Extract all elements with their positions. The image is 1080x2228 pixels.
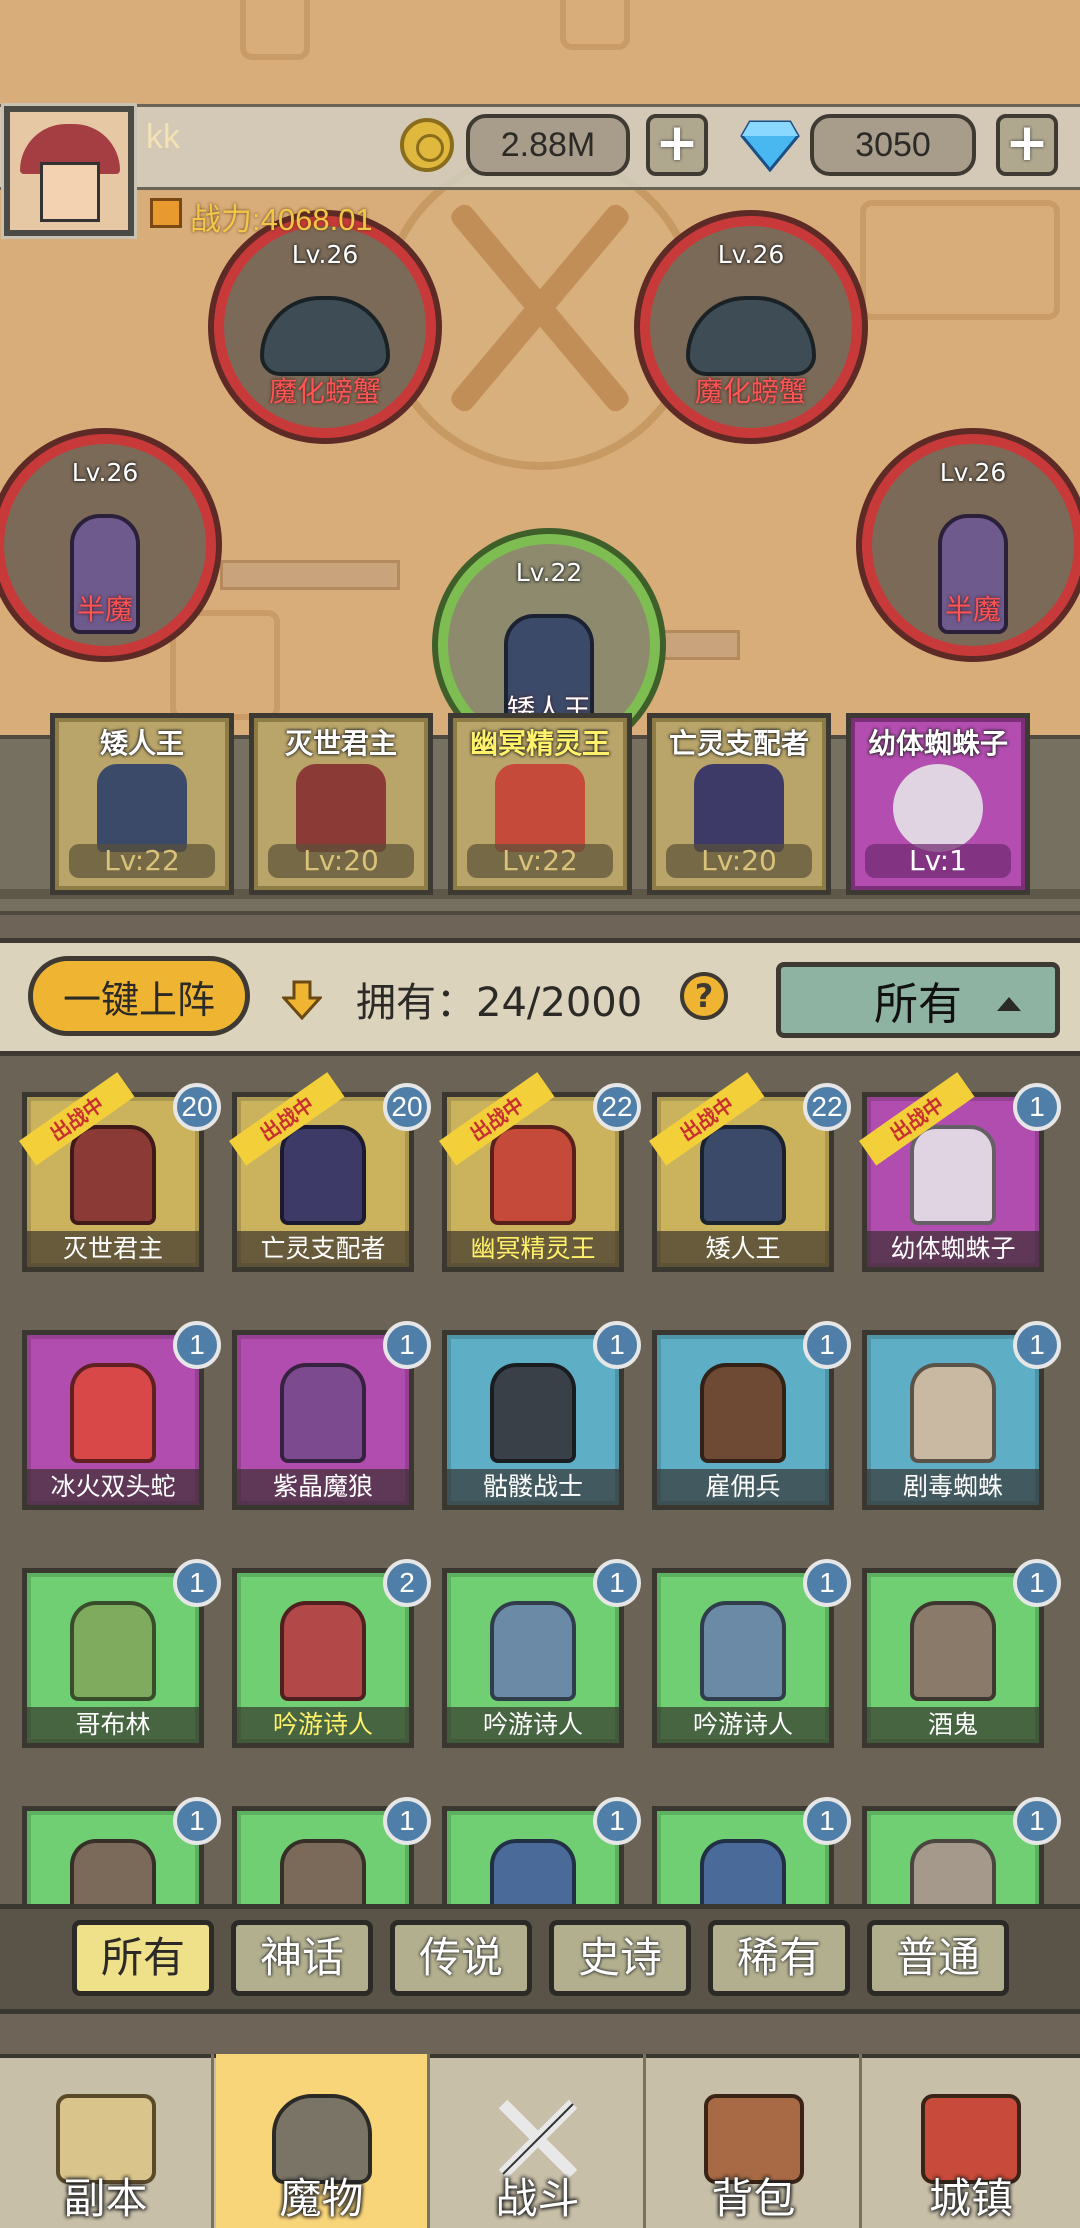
monster-count-badge: 1: [1013, 1559, 1061, 1607]
monster-portrait-icon: [490, 1839, 576, 1904]
monster-count-badge: 20: [173, 1083, 221, 1131]
nav-label: 城镇: [928, 2174, 1013, 2223]
monster-card[interactable]: 剧毒蜘蛛 1: [862, 1321, 1061, 1510]
monster-card[interactable]: 1: [442, 1797, 641, 1904]
monster-portrait-icon: [280, 1363, 366, 1463]
monster-name: 冰火双头蛇: [27, 1469, 199, 1505]
monster-name: 吟游诗人: [237, 1707, 409, 1743]
monster-count-badge: 1: [173, 1559, 221, 1607]
monster-portrait-icon: [280, 1601, 366, 1701]
monster-card[interactable]: 吟游诗人 1: [442, 1559, 641, 1748]
monster-portrait-icon: [910, 1363, 996, 1463]
monster-name: 幽冥精灵王: [447, 1231, 619, 1267]
monster-card[interactable]: 出战中 亡灵支配者 20: [229, 1072, 431, 1272]
monster-card[interactable]: 酒鬼 1: [862, 1559, 1061, 1748]
monster-portrait-icon: [700, 1363, 786, 1463]
monster-count-badge: 1: [1013, 1321, 1061, 1369]
monster-portrait-icon: [700, 1839, 786, 1904]
monster-portrait-icon: [490, 1363, 576, 1463]
monster-card[interactable]: 冰火双头蛇 1: [22, 1321, 221, 1510]
monster-portrait-icon: [910, 1601, 996, 1701]
monster-card[interactable]: 1: [22, 1797, 221, 1904]
monster-name: 矮人王: [657, 1231, 829, 1267]
monster-card[interactable]: 哥布林 1: [22, 1559, 221, 1748]
monster-name: 紫晶魔狼: [237, 1469, 409, 1505]
monster-name: 酒鬼: [867, 1707, 1039, 1743]
monster-count-badge: 22: [593, 1083, 641, 1131]
monster-count-badge: 1: [1013, 1797, 1061, 1845]
monster-count-badge: 1: [593, 1559, 641, 1607]
nav-battle[interactable]: 战斗: [432, 2054, 646, 2228]
monster-count-badge: 20: [383, 1083, 431, 1131]
rarity-tab-rare[interactable]: 稀有: [708, 1920, 850, 1996]
monster-card[interactable]: 紫晶魔狼 1: [232, 1321, 431, 1510]
monster-count-badge: 1: [383, 1797, 431, 1845]
monster-name: 幼体蜘蛛子: [867, 1231, 1039, 1267]
monster-portrait-icon: [910, 1125, 996, 1225]
monster-portrait-icon: [280, 1125, 366, 1225]
monster-count-badge: 1: [593, 1797, 641, 1845]
monster-count-badge: 1: [803, 1797, 851, 1845]
monster-card[interactable]: 1: [232, 1797, 431, 1904]
monster-card[interactable]: 1: [862, 1797, 1061, 1904]
rarity-tab-epic[interactable]: 史诗: [549, 1920, 691, 1996]
monster-portrait-icon: [490, 1601, 576, 1701]
monster-portrait-icon: [910, 1839, 996, 1904]
monster-card[interactable]: 吟游诗人 1: [652, 1559, 851, 1748]
monster-count-badge: 1: [173, 1321, 221, 1369]
nav-label: 战斗: [495, 2174, 580, 2223]
monster-count-badge: 1: [803, 1321, 851, 1369]
monster-portrait-icon: [700, 1601, 786, 1701]
nav-backpack[interactable]: 背包: [648, 2054, 862, 2228]
monster-card[interactable]: 骷髅战士 1: [442, 1321, 641, 1510]
rarity-tab-legendary[interactable]: 传说: [390, 1920, 532, 1996]
monster-card[interactable]: 出战中 灭世君主 20: [19, 1072, 221, 1272]
monster-count-badge: 1: [803, 1559, 851, 1607]
rarity-tab-mythic[interactable]: 神话: [231, 1920, 373, 1996]
monster-portrait-icon: [70, 1363, 156, 1463]
nav-label: 魔物: [279, 2174, 364, 2223]
monster-count-badge: 22: [803, 1083, 851, 1131]
monster-card[interactable]: 雇佣兵 1: [652, 1321, 851, 1510]
nav-dungeon[interactable]: 副本: [0, 2054, 214, 2228]
monster-name: 剧毒蜘蛛: [867, 1469, 1039, 1505]
nav-monsters[interactable]: 魔物: [216, 2054, 430, 2228]
monster-portrait-icon: [700, 1125, 786, 1225]
monster-portrait-icon: [70, 1125, 156, 1225]
monster-name: 骷髅战士: [447, 1469, 619, 1505]
monster-count-badge: 1: [1013, 1083, 1061, 1131]
nav-label: 副本: [63, 2174, 148, 2223]
monster-card[interactable]: 吟游诗人 2: [232, 1559, 431, 1748]
monster-portrait-icon: [70, 1601, 156, 1701]
monster-name: 亡灵支配者: [237, 1231, 409, 1267]
monster-portrait-icon: [280, 1839, 366, 1904]
rarity-tab-all[interactable]: 所有: [72, 1920, 214, 1996]
monster-portrait-icon: [490, 1125, 576, 1225]
monster-card[interactable]: 出战中 矮人王 22: [649, 1072, 851, 1272]
monster-count-badge: 1: [593, 1321, 641, 1369]
monster-card[interactable]: 出战中 幽冥精灵王 22: [439, 1072, 641, 1272]
rarity-tab-common[interactable]: 普通: [867, 1920, 1009, 1996]
monster-name: 哥布林: [27, 1707, 199, 1743]
monster-count-badge: 1: [173, 1797, 221, 1845]
monster-name: 吟游诗人: [657, 1707, 829, 1743]
monster-name: 吟游诗人: [447, 1707, 619, 1743]
monster-name: 灭世君主: [27, 1231, 199, 1267]
monster-card[interactable]: 出战中 幼体蜘蛛子 1: [859, 1072, 1061, 1272]
monster-name: 雇佣兵: [657, 1469, 829, 1505]
monster-card[interactable]: 1: [652, 1797, 851, 1904]
monster-count-badge: 1: [383, 1321, 431, 1369]
nav-label: 背包: [711, 2174, 796, 2223]
nav-town[interactable]: 城镇: [864, 2054, 1078, 2228]
monster-portrait-icon: [70, 1839, 156, 1904]
monster-count-badge: 2: [383, 1559, 431, 1607]
